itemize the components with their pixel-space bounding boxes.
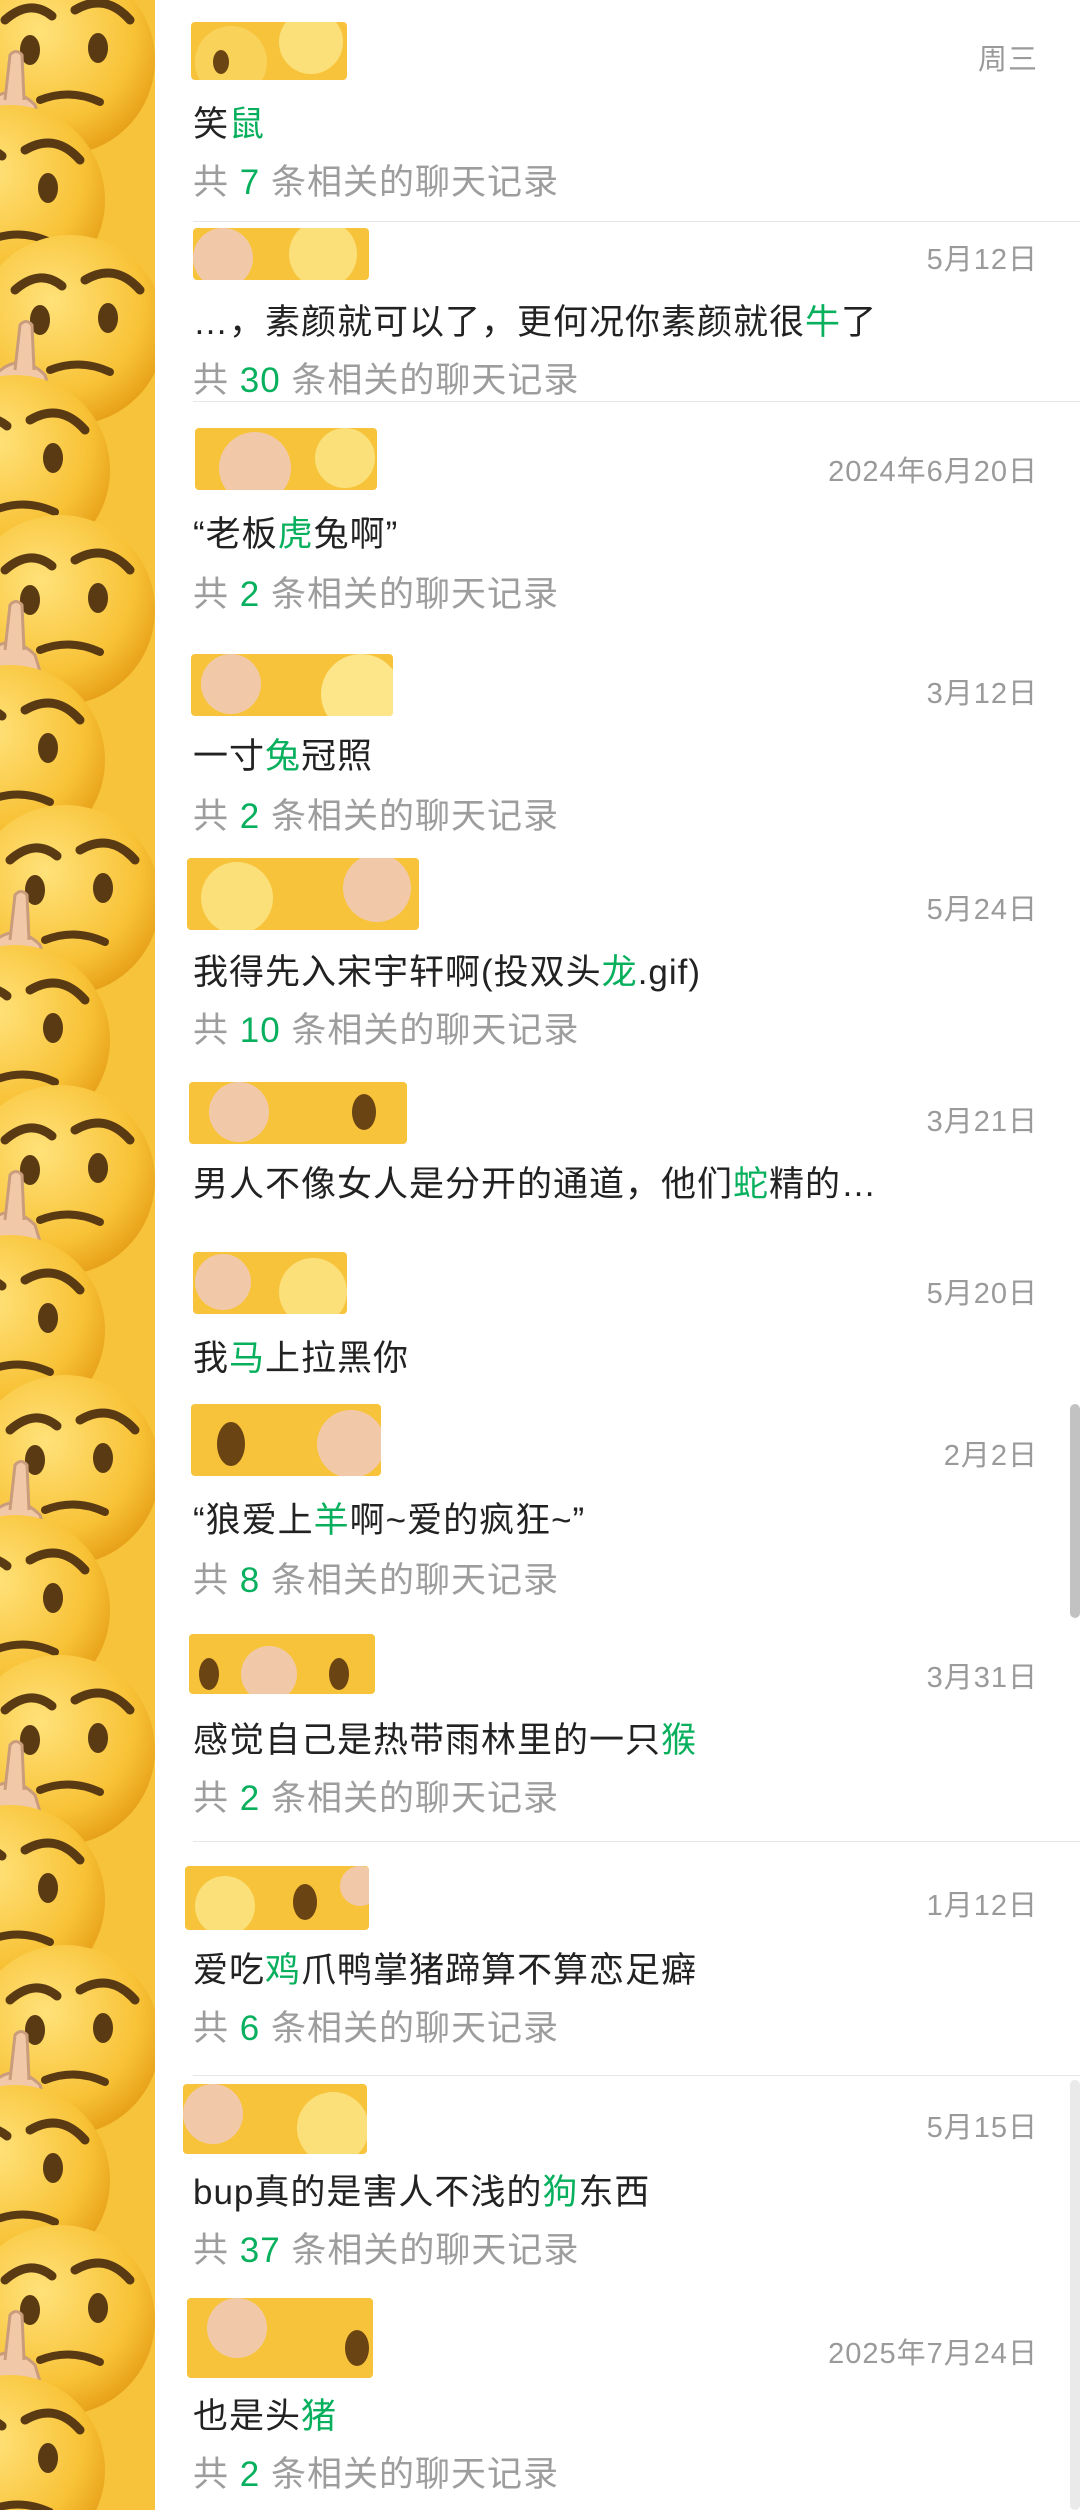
- result-item[interactable]: 5月15日 bup真的是害人不浅的狗东西 共 37 条相关的聊天记录: [155, 2076, 1080, 2290]
- result-date: 2月2日: [943, 1440, 1038, 1472]
- result-message: 爱吃鸡爪鸭掌猪蹄算不算恋足癖: [193, 1951, 698, 1990]
- result-date: 5月20日: [926, 1278, 1038, 1310]
- result-item[interactable]: 3月12日 一寸兔冠照 共 2 条相关的聊天记录: [155, 624, 1080, 836]
- emoji-background-strip: [0, 0, 155, 2510]
- result-message: 笑鼠: [193, 105, 266, 144]
- result-message: 感觉自己是热带雨林里的一只猴: [193, 1721, 698, 1760]
- thinking-emoji-avatar-icon: [187, 858, 419, 930]
- result-item[interactable]: 2月2日 “狼爱上羊啊~爱的疯狂~” 共 8 条相关的聊天记录: [155, 1400, 1080, 1630]
- scrollbar[interactable]: [1070, 1404, 1080, 1618]
- result-message: …，素颜就可以了，更何况你素颜就很牛了: [193, 303, 878, 342]
- keyword-highlight: 鼠: [229, 105, 266, 144]
- keyword-highlight: 狗: [542, 2173, 579, 2212]
- result-date: 2024年6月20日: [828, 456, 1038, 488]
- result-item[interactable]: 2024年6月20日 “老板虎兔啊” 共 2 条相关的聊天记录: [155, 402, 1080, 624]
- result-date: 5月15日: [926, 2112, 1038, 2144]
- thinking-emoji-avatar-icon: [193, 228, 369, 280]
- related-count[interactable]: 共 2 条相关的聊天记录: [193, 788, 559, 839]
- result-message: 我得先入宋宇轩啊(投双头龙.gif): [193, 953, 702, 992]
- result-item[interactable]: 5月20日 我马上拉黑你: [155, 1240, 1080, 1400]
- thinking-emoji-avatar-icon: [183, 2084, 367, 2154]
- related-count[interactable]: 共 2 条相关的聊天记录: [193, 566, 559, 617]
- keyword-highlight: 鸡: [265, 1951, 302, 1990]
- related-count[interactable]: 共 7 条相关的聊天记录: [193, 154, 559, 205]
- result-item[interactable]: 2025年7月24日 也是头猪 共 2 条相关的聊天记录: [155, 2290, 1080, 2510]
- keyword-highlight: 兔: [265, 737, 302, 776]
- keyword-highlight: 猪: [301, 2397, 338, 2436]
- related-count[interactable]: 共 8 条相关的聊天记录: [193, 1552, 559, 1603]
- thinking-emoji-avatar-icon: [185, 1866, 369, 1930]
- thinking-emoji-avatar-icon: [187, 2298, 373, 2378]
- result-date: 3月21日: [926, 1106, 1038, 1138]
- result-date: 3月12日: [926, 678, 1038, 710]
- thinking-emoji-avatar-icon: [193, 1252, 347, 1314]
- result-date: 5月12日: [926, 244, 1038, 276]
- result-item[interactable]: 5月24日 我得先入宋宇轩啊(投双头龙.gif) 共 10 条相关的聊天记录: [155, 834, 1080, 1078]
- result-item[interactable]: 5月12日 …，素颜就可以了，更何况你素颜就很牛了 共 30 条相关的聊天记录: [155, 222, 1080, 402]
- result-message: bup真的是害人不浅的狗东西: [193, 2173, 651, 2212]
- result-message: “老板虎兔啊”: [193, 515, 399, 554]
- related-count[interactable]: 共 2 条相关的聊天记录: [193, 2446, 559, 2497]
- search-results-list: 周三 笑鼠 共 7 条相关的聊天记录 5月12日 …，素颜就可以了，更何况你素颜…: [155, 0, 1080, 2510]
- related-count[interactable]: 共 37 条相关的聊天记录: [193, 2222, 579, 2273]
- keyword-highlight: 蛇: [733, 1165, 770, 1204]
- result-message: 男人不像女人是分开的通道，他们蛇精的…: [193, 1165, 878, 1204]
- thinking-emoji-avatar-icon: [191, 22, 347, 80]
- related-count[interactable]: 共 6 条相关的聊天记录: [193, 2000, 559, 2051]
- thinking-emoji-avatar-icon: [189, 1082, 407, 1144]
- thinking-emoji-avatar-icon: [191, 1404, 381, 1476]
- result-message: 一寸兔冠照: [193, 737, 374, 776]
- result-date: 1月12日: [926, 1890, 1038, 1922]
- result-item[interactable]: 3月31日 感觉自己是热带雨林里的一只猴 共 2 条相关的聊天记录: [155, 1630, 1080, 1842]
- result-date: 3月31日: [926, 1662, 1038, 1694]
- keyword-highlight: 马: [229, 1339, 266, 1378]
- result-date: 2025年7月24日: [828, 2338, 1038, 2370]
- scrollbar-track-lower: [1070, 2080, 1080, 2510]
- thinking-emoji-avatar-icon: [195, 428, 377, 490]
- result-item[interactable]: 1月12日 爱吃鸡爪鸭掌猪蹄算不算恋足癖 共 6 条相关的聊天记录: [155, 1842, 1080, 2076]
- result-item[interactable]: 3月21日 男人不像女人是分开的通道，他们蛇精的…: [155, 1078, 1080, 1240]
- result-message: 也是头猪: [193, 2397, 338, 2436]
- result-date: 周三: [977, 44, 1038, 76]
- thinking-emoji-avatar-icon: [191, 654, 393, 716]
- related-count[interactable]: 共 10 条相关的聊天记录: [193, 1002, 579, 1053]
- keyword-highlight: 牛: [805, 303, 842, 342]
- result-date: 5月24日: [926, 894, 1038, 926]
- keyword-highlight: 猴: [661, 1721, 698, 1760]
- related-count[interactable]: 共 30 条相关的聊天记录: [193, 352, 579, 403]
- result-message: 我马上拉黑你: [193, 1339, 410, 1378]
- result-item[interactable]: 周三 笑鼠 共 7 条相关的聊天记录: [155, 0, 1080, 222]
- keyword-highlight: 龙: [601, 953, 638, 992]
- keyword-highlight: 虎: [277, 515, 314, 554]
- thinking-emoji-icon: [0, 0, 155, 2510]
- keyword-highlight: 羊: [313, 1501, 350, 1540]
- result-message: “狼爱上羊啊~爱的疯狂~”: [193, 1501, 586, 1540]
- thinking-emoji-avatar-icon: [189, 1634, 375, 1694]
- related-count[interactable]: 共 2 条相关的聊天记录: [193, 1770, 559, 1821]
